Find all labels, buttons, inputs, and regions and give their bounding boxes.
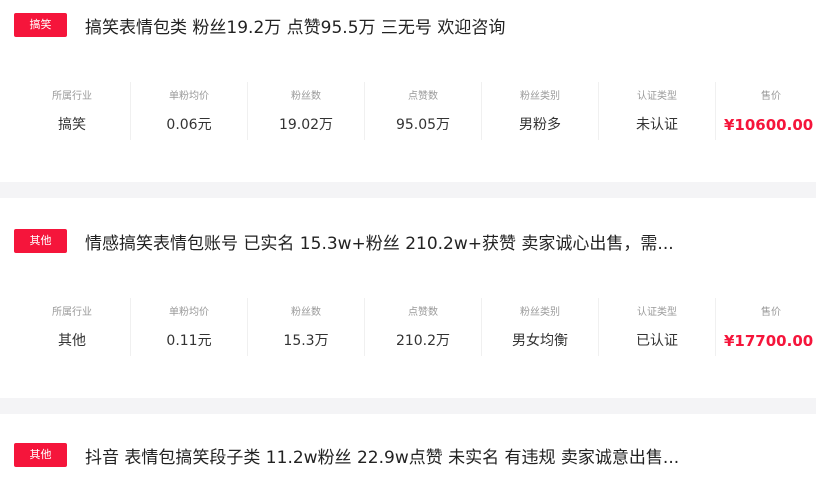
stat-value: 未认证 — [636, 117, 678, 133]
stat-value: 0.11元 — [166, 333, 212, 349]
listing-card[interactable]: 搞笑 搞笑表情包类 粉丝19.2万 点赞95.5万 三无号 欢迎咨询 所属行业 … — [0, 0, 816, 182]
stat-value: 95.05万 — [395, 117, 451, 133]
stat-value: 男女均衡 — [512, 333, 568, 349]
stat-fans: 粉丝数 15.3万 — [248, 298, 365, 356]
stat-label: 单粉均价 — [169, 91, 209, 102]
card-divider — [0, 182, 816, 198]
stat-fan-type: 粉丝类别 男女均衡 — [482, 298, 599, 356]
stat-label: 粉丝数 — [291, 307, 321, 318]
stat-label: 单粉均价 — [169, 307, 209, 318]
listing-title-row[interactable]: 其他 情感搞笑表情包账号 已实名 15.3w+粉丝 210.2w+获赞 卖家诚心… — [14, 228, 674, 254]
category-tag: 其他 — [14, 229, 67, 253]
listing-title[interactable]: 抖音 表情包搞笑段子类 11.2w粉丝 22.9w点赞 未实名 有违规 卖家诚意… — [85, 443, 679, 468]
stat-cert: 认证类型 已认证 — [599, 298, 716, 356]
category-tag: 其他 — [14, 443, 67, 467]
stat-value: 已认证 — [636, 333, 678, 349]
stat-label: 点赞数 — [408, 91, 438, 102]
stat-value: 0.06元 — [166, 117, 212, 133]
listing-card[interactable]: 其他 抖音 表情包搞笑段子类 11.2w粉丝 22.9w点赞 未实名 有违规 卖… — [0, 414, 816, 489]
listing-card[interactable]: 其他 情感搞笑表情包账号 已实名 15.3w+粉丝 210.2w+获赞 卖家诚心… — [0, 198, 816, 398]
listing-stats: 所属行业 其他 单粉均价 0.11元 粉丝数 15.3万 点赞数 210.2万 … — [14, 298, 816, 356]
stat-industry: 所属行业 搞笑 — [14, 82, 131, 140]
stat-value: 搞笑 — [58, 117, 86, 133]
stat-label: 粉丝类别 — [520, 91, 560, 102]
stat-likes: 点赞数 210.2万 — [365, 298, 482, 356]
stat-label: 所属行业 — [52, 307, 92, 318]
stat-label: 所属行业 — [52, 91, 92, 102]
stat-label: 认证类型 — [637, 307, 677, 318]
stat-value: 210.2万 — [395, 333, 451, 349]
stat-unit-price: 单粉均价 0.11元 — [131, 298, 248, 356]
price-value: ¥10600.00 — [724, 116, 814, 134]
stat-industry: 所属行业 其他 — [14, 298, 131, 356]
listing-stats: 所属行业 搞笑 单粉均价 0.06元 粉丝数 19.02万 点赞数 95.05万… — [14, 82, 816, 140]
stat-label: 认证类型 — [637, 91, 677, 102]
stat-label: 粉丝类别 — [520, 307, 560, 318]
stat-label: 售价 — [761, 307, 781, 318]
listing-title[interactable]: 搞笑表情包类 粉丝19.2万 点赞95.5万 三无号 欢迎咨询 — [85, 13, 505, 38]
stat-price: 售价 ¥17700.00 — [716, 298, 816, 356]
stat-value: 15.3万 — [283, 333, 329, 349]
stat-unit-price: 单粉均价 0.06元 — [131, 82, 248, 140]
stat-value: 男粉多 — [519, 117, 561, 133]
listing-title-row[interactable]: 搞笑 搞笑表情包类 粉丝19.2万 点赞95.5万 三无号 欢迎咨询 — [14, 12, 505, 38]
stat-label: 点赞数 — [408, 307, 438, 318]
price-value: ¥17700.00 — [724, 332, 814, 350]
stat-value: 19.02万 — [278, 117, 334, 133]
stat-value: 其他 — [58, 333, 86, 349]
listing-title[interactable]: 情感搞笑表情包账号 已实名 15.3w+粉丝 210.2w+获赞 卖家诚心出售，… — [85, 229, 674, 254]
stat-likes: 点赞数 95.05万 — [365, 82, 482, 140]
category-tag: 搞笑 — [14, 13, 67, 37]
stat-fan-type: 粉丝类别 男粉多 — [482, 82, 599, 140]
card-divider — [0, 398, 816, 414]
stat-label: 售价 — [761, 91, 781, 102]
stat-label: 粉丝数 — [291, 91, 321, 102]
stat-cert: 认证类型 未认证 — [599, 82, 716, 140]
stat-price: 售价 ¥10600.00 — [716, 82, 816, 140]
listing-title-row[interactable]: 其他 抖音 表情包搞笑段子类 11.2w粉丝 22.9w点赞 未实名 有违规 卖… — [14, 442, 679, 468]
stat-fans: 粉丝数 19.02万 — [248, 82, 365, 140]
